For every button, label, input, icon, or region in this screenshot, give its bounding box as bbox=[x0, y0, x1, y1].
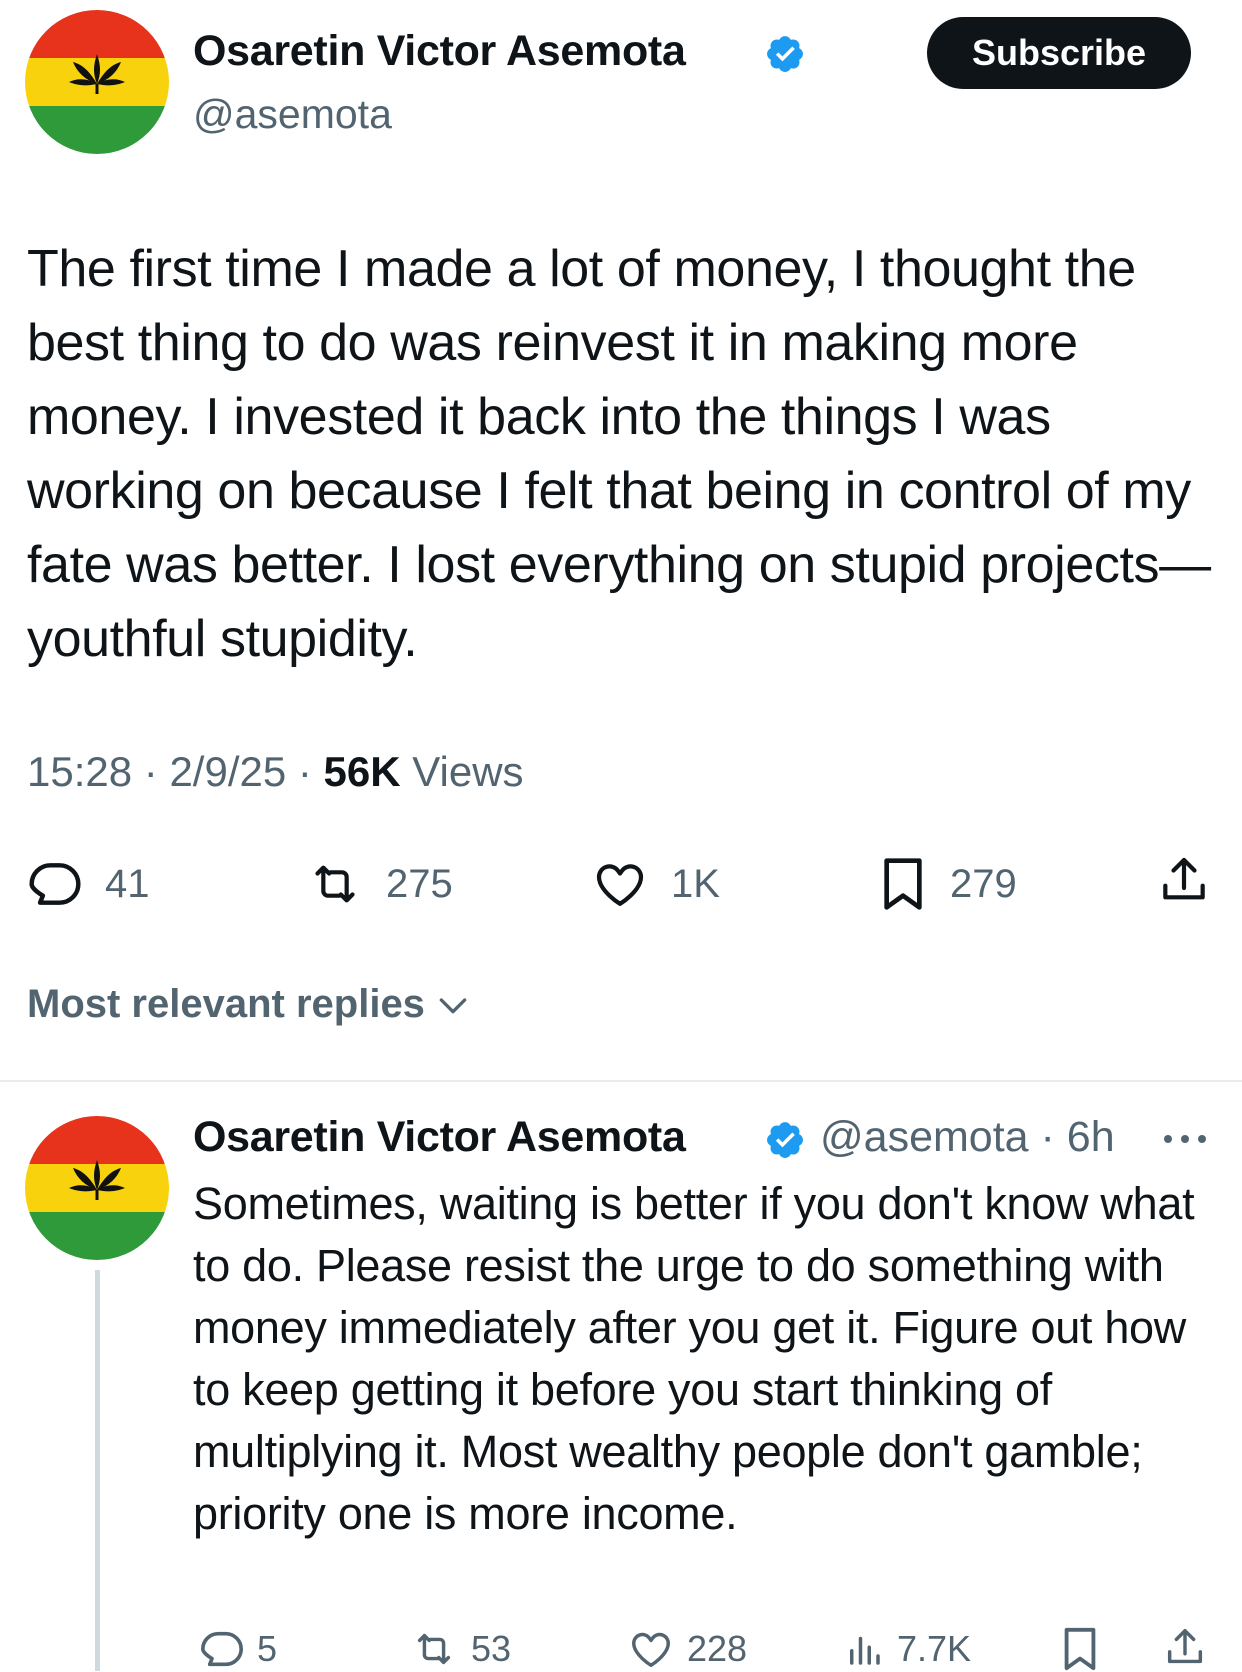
replies-sort-label: Most relevant replies bbox=[27, 982, 425, 1026]
share-icon bbox=[1167, 1629, 1203, 1664]
like-button[interactable]: 1K bbox=[591, 856, 720, 912]
verified-badge-icon bbox=[764, 33, 806, 75]
replies-sort-dropdown[interactable]: Most relevant replies bbox=[27, 982, 473, 1027]
repost-icon bbox=[417, 1633, 451, 1665]
reply-icon bbox=[29, 863, 81, 905]
reply-share-button[interactable] bbox=[1162, 1624, 1208, 1672]
reply-avatar[interactable] bbox=[25, 1116, 169, 1260]
author-name[interactable]: Osaretin Victor Asemota bbox=[193, 27, 686, 76]
reply-views-button[interactable]: 7.7K bbox=[843, 1626, 971, 1672]
reply-time[interactable]: 6h bbox=[1067, 1113, 1115, 1161]
tweet-date[interactable]: 2/9/25 bbox=[169, 748, 286, 795]
subscribe-button[interactable]: Subscribe bbox=[927, 17, 1191, 89]
avatar[interactable] bbox=[25, 10, 169, 154]
reply-repost-count: 53 bbox=[471, 1628, 512, 1669]
divider bbox=[0, 1080, 1242, 1082]
tweet-time[interactable]: 15:28 bbox=[27, 748, 132, 795]
share-icon bbox=[1163, 857, 1205, 900]
reply-icon bbox=[201, 1631, 243, 1667]
reply-repost-button[interactable]: 53 bbox=[409, 1626, 511, 1672]
repost-icon bbox=[315, 865, 355, 903]
author-handle[interactable]: @asemota bbox=[193, 91, 392, 138]
like-count: 1K bbox=[671, 861, 720, 906]
reply-text: Sometimes, waiting is better if you don'… bbox=[193, 1178, 1195, 1539]
reply-like-count: 228 bbox=[687, 1628, 748, 1669]
bookmark-icon bbox=[1064, 1627, 1096, 1671]
reply-views-count: 7.7K bbox=[897, 1628, 972, 1669]
heart-icon bbox=[596, 864, 644, 906]
reply-handle[interactable]: @asemota bbox=[820, 1113, 1029, 1161]
thread-line bbox=[95, 1270, 100, 1671]
reply-author-name[interactable]: Osaretin Victor Asemota bbox=[193, 1113, 686, 1162]
meta-separator: · bbox=[1028, 1113, 1067, 1161]
reply-reply-count: 5 bbox=[257, 1628, 278, 1669]
reply-bookmark-button[interactable] bbox=[1060, 1626, 1100, 1672]
tweet-text: The first time I made a lot of money, I … bbox=[27, 240, 1211, 668]
repost-button[interactable]: 275 bbox=[306, 856, 453, 912]
tweet-meta: 15:28 · 2/9/25 · 56K Views bbox=[27, 748, 524, 796]
reply-handle-meta: @asemota · 6h bbox=[820, 1113, 1115, 1162]
meta-separator: · bbox=[132, 748, 170, 795]
bookmark-icon bbox=[884, 858, 922, 910]
more-icon[interactable] bbox=[1160, 1125, 1210, 1158]
bookmark-button[interactable]: 279 bbox=[878, 856, 1017, 912]
reply-reply-button[interactable]: 5 bbox=[199, 1626, 277, 1672]
reply-button[interactable]: 41 bbox=[27, 856, 150, 912]
bookmark-count: 279 bbox=[950, 861, 1017, 906]
views-count: 56K bbox=[323, 748, 401, 795]
repost-count: 275 bbox=[386, 861, 453, 906]
share-button[interactable] bbox=[1156, 852, 1212, 910]
views-icon bbox=[850, 1636, 880, 1665]
reply-like-button[interactable]: 228 bbox=[627, 1626, 747, 1672]
views-label: Views bbox=[412, 748, 524, 795]
meta-separator: · bbox=[286, 748, 324, 795]
chevron-down-icon bbox=[439, 997, 467, 1013]
verified-badge-icon bbox=[764, 1119, 806, 1161]
reply-count: 41 bbox=[105, 861, 150, 906]
heart-icon bbox=[632, 1632, 670, 1668]
